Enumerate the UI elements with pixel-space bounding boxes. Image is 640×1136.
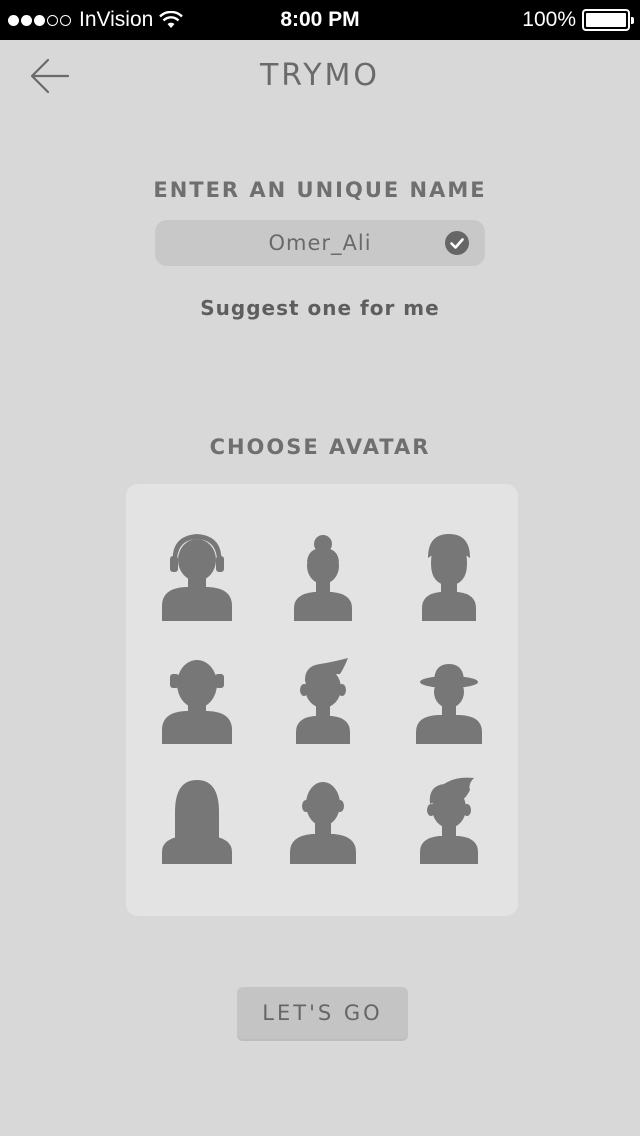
lets-go-button[interactable]: LET'S GO [237, 987, 408, 1039]
avatar-option[interactable] [404, 772, 494, 872]
page-title: TRYMO [259, 58, 381, 93]
avatar-bald-icon [290, 782, 356, 864]
username-field[interactable] [155, 220, 485, 266]
avatar-short-hair-icon [422, 534, 476, 621]
battery-level [586, 13, 626, 27]
avatar-option[interactable] [404, 524, 494, 624]
avatar-option[interactable] [278, 772, 368, 872]
avatar-bun-hair-icon [294, 535, 352, 621]
check-circle-icon [445, 231, 469, 255]
battery-icon [582, 9, 634, 31]
avatar-earmuffs-icon [162, 660, 232, 744]
status-right: 100% [522, 0, 634, 40]
avatar-grid [126, 484, 518, 916]
avatar-option[interactable] [278, 524, 368, 624]
username-input[interactable] [155, 220, 485, 266]
avatar-option[interactable] [152, 524, 242, 624]
avatar-spiky-hair-icon [420, 777, 478, 864]
avatar-headphones-icon [162, 534, 232, 621]
avatar-option[interactable] [152, 772, 242, 872]
status-bar: InVision 8:00 PM 100% [0, 0, 640, 40]
battery-tip [631, 17, 634, 24]
avatar-long-hair-icon [162, 780, 232, 864]
avatar-option[interactable] [152, 648, 242, 748]
suggest-name-link[interactable]: Suggest one for me [0, 296, 640, 320]
name-section-label: ENTER AN UNIQUE NAME [153, 178, 487, 202]
avatar-option[interactable] [278, 648, 368, 748]
battery-percentage: 100% [522, 8, 576, 31]
avatar-hat-icon [416, 664, 482, 744]
avatar-section-label: CHOOSE AVATAR [209, 435, 431, 459]
avatar-quiff-icon [296, 658, 350, 744]
avatar-option[interactable] [404, 648, 494, 748]
